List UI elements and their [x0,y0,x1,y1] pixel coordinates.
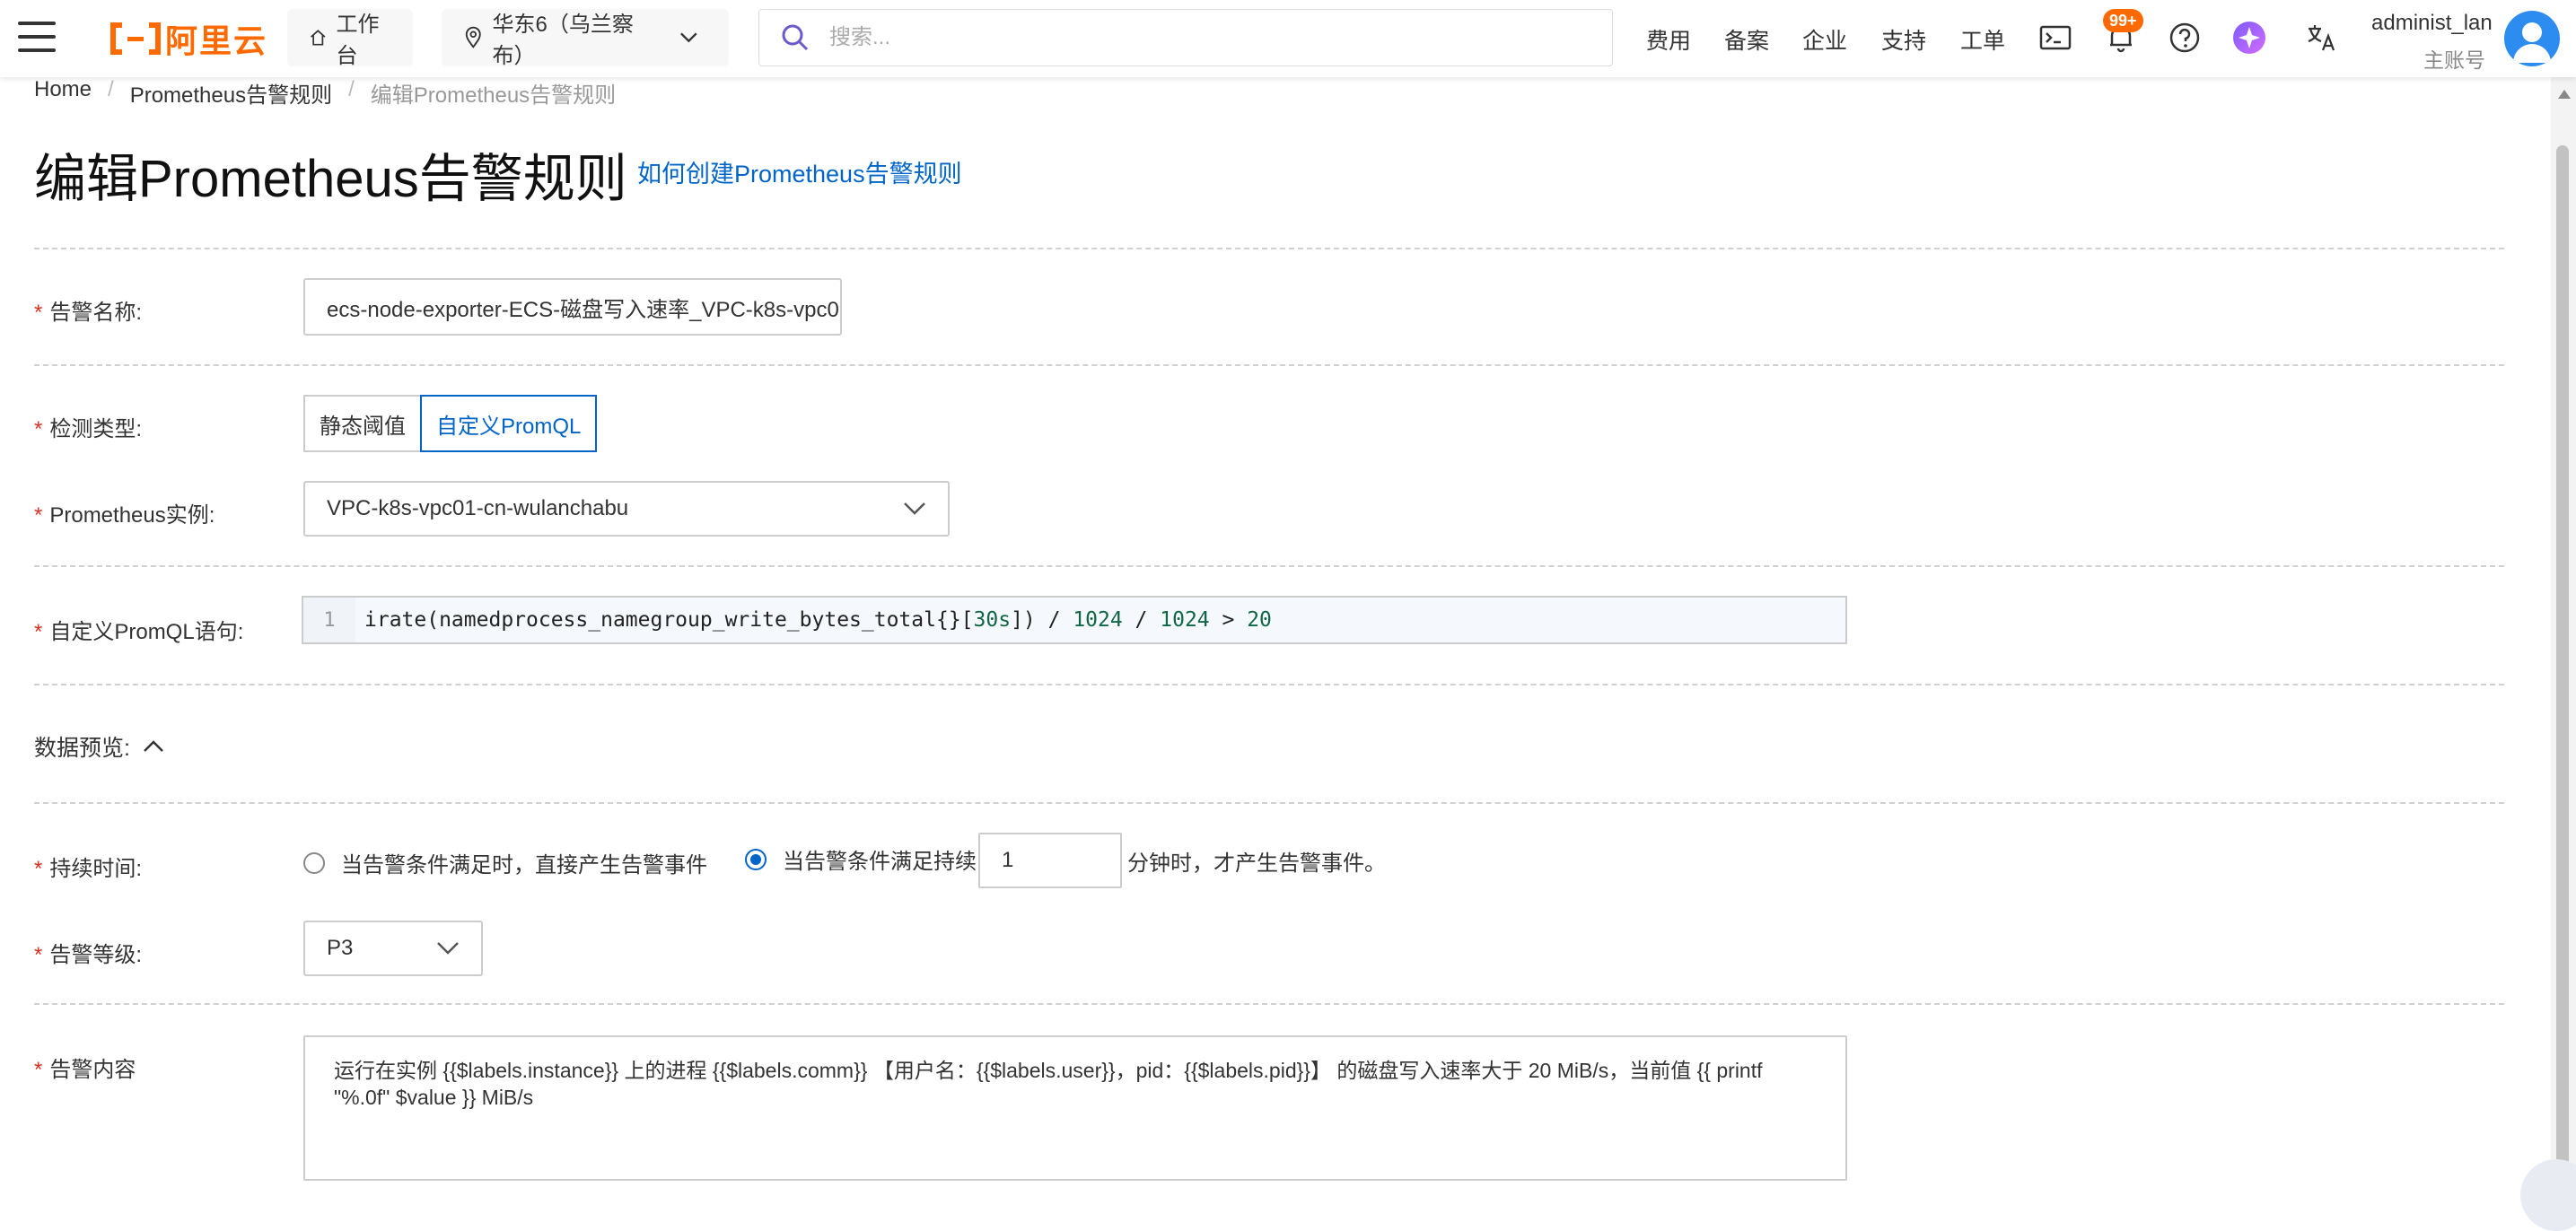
breadcrumb-current: 编辑Prometheus告警规则 [370,83,617,108]
region-selector[interactable]: 华东6（乌兰察布） [442,9,729,68]
nav-link-fees[interactable]: 费用 [1646,23,1691,56]
search-icon [782,24,809,51]
duration-suffix: 分钟时，才产生告警事件。 [1127,851,1386,876]
workbench-button[interactable]: 工作台 [287,9,413,68]
breadcrumb-home[interactable]: Home [34,77,92,109]
duration-minutes-input[interactable]: 1 [978,833,1122,888]
detect-type-toggle: 静态阈值 自定义PromQL [303,395,598,452]
breadcrumb: Home / Prometheus告警规则 / 编辑Prometheus告警规则 [34,77,616,109]
alert-content-label: * 告警内容 [34,1058,136,1082]
user-avatar-icon [2513,22,2551,63]
terminal-icon[interactable] [2037,20,2073,56]
radio-sustained-label: 当告警条件满足持续 [783,850,977,874]
promql-label: * 自定义PromQL语句: [34,620,244,644]
notification-badge: 99+ [2103,9,2143,32]
promql-editor[interactable]: 1 irate(namedprocess_namegroup_write_byt… [302,596,1847,644]
alert-name-label: * 告警名称: [34,301,143,325]
instance-label: * Prometheus实例: [34,503,215,528]
radio-sustained[interactable] [745,848,767,870]
alert-name-input[interactable]: ecs-node-exporter-ECS-磁盘写入速率_VPC-k8s-vpc… [303,278,842,336]
user-role: 主账号 [2423,48,2485,72]
duration-label: * 持续时间: [34,857,143,881]
instance-select-value: VPC-k8s-vpc01-cn-wulanchabu [327,496,629,520]
alert-level-label: * 告警等级: [34,943,143,967]
scrollbar-thumb[interactable] [2556,145,2569,1214]
page-title: 编辑Prometheus告警规则 [34,150,627,208]
radio-immediate-label: 当告警条件满足时，直接产生告警事件 [341,853,707,877]
alert-content-textarea[interactable]: 运行在实例 {{$labels.instance}} 上的进程 {{$label… [303,1035,1847,1181]
breadcrumb-alert-rules[interactable]: Prometheus告警规则 [130,77,332,109]
detect-type-label: * 检测类型: [34,417,143,441]
search-input[interactable] [828,24,1549,51]
promql-code-line[interactable]: irate(namedprocess_namegroup_write_bytes… [355,598,1845,642]
divider [34,248,2504,249]
top-navigation-bar: 阿里云 工作台 华东6（乌兰察布） 费用 备案 企业 支持 工单 99+ adm… [0,0,2576,77]
breadcrumb-separator: / [108,77,114,101]
location-pin-icon [465,26,481,48]
chevron-up-icon [144,740,163,752]
help-icon[interactable] [2167,20,2203,56]
divider [34,802,2504,804]
region-label: 华东6（乌兰察布） [492,13,634,68]
divider [34,565,2504,567]
nav-link-enterprise[interactable]: 企业 [1802,23,1847,56]
radio-immediate[interactable] [303,851,325,874]
detect-type-custom-promql[interactable]: 自定义PromQL [420,395,598,452]
search-box[interactable] [758,9,1613,66]
aliyun-logo[interactable]: 阿里云 [110,18,267,59]
user-name[interactable]: administ_lan [2371,11,2493,36]
duration-option-sustained[interactable]: 当告警条件满足持续 [745,843,977,875]
floating-widget[interactable] [2520,1159,2576,1231]
chevron-down-icon [437,942,459,955]
workbench-label: 工作台 [336,13,380,68]
divider [34,364,2504,366]
aliyun-logo-mark [110,22,162,56]
alert-level-value: P3 [327,936,354,960]
nav-link-support[interactable]: 支持 [1881,23,1926,56]
alert-level-select[interactable]: P3 [303,921,483,976]
data-preview-label: 数据预览: [34,736,130,761]
aliyun-logo-text: 阿里云 [165,22,268,59]
instance-select[interactable]: VPC-k8s-vpc01-cn-wulanchabu [303,481,950,537]
scroll-up-arrow-icon[interactable] [2558,90,2571,99]
detect-type-static-threshold[interactable]: 静态阈值 [303,395,420,452]
home-icon [310,30,326,46]
avatar[interactable] [2504,11,2560,66]
nav-link-tickets[interactable]: 工单 [1960,23,2005,56]
menu-icon[interactable] [18,22,56,54]
nav-link-filing[interactable]: 备案 [1724,23,1769,56]
line-number: 1 [303,598,355,642]
ai-assistant-icon[interactable] [2231,20,2267,56]
help-link[interactable]: 如何创建Prometheus告警规则 [637,154,962,189]
duration-option-immediate[interactable]: 当告警条件满足时，直接产生告警事件 [303,847,707,878]
data-preview-toggle[interactable]: 数据预览: [34,730,164,763]
chevron-down-icon [680,32,697,43]
language-icon[interactable] [2303,20,2339,56]
chevron-down-icon [904,502,925,515]
divider [34,684,2504,685]
divider [34,1003,2504,1005]
breadcrumb-separator: / [348,77,355,101]
